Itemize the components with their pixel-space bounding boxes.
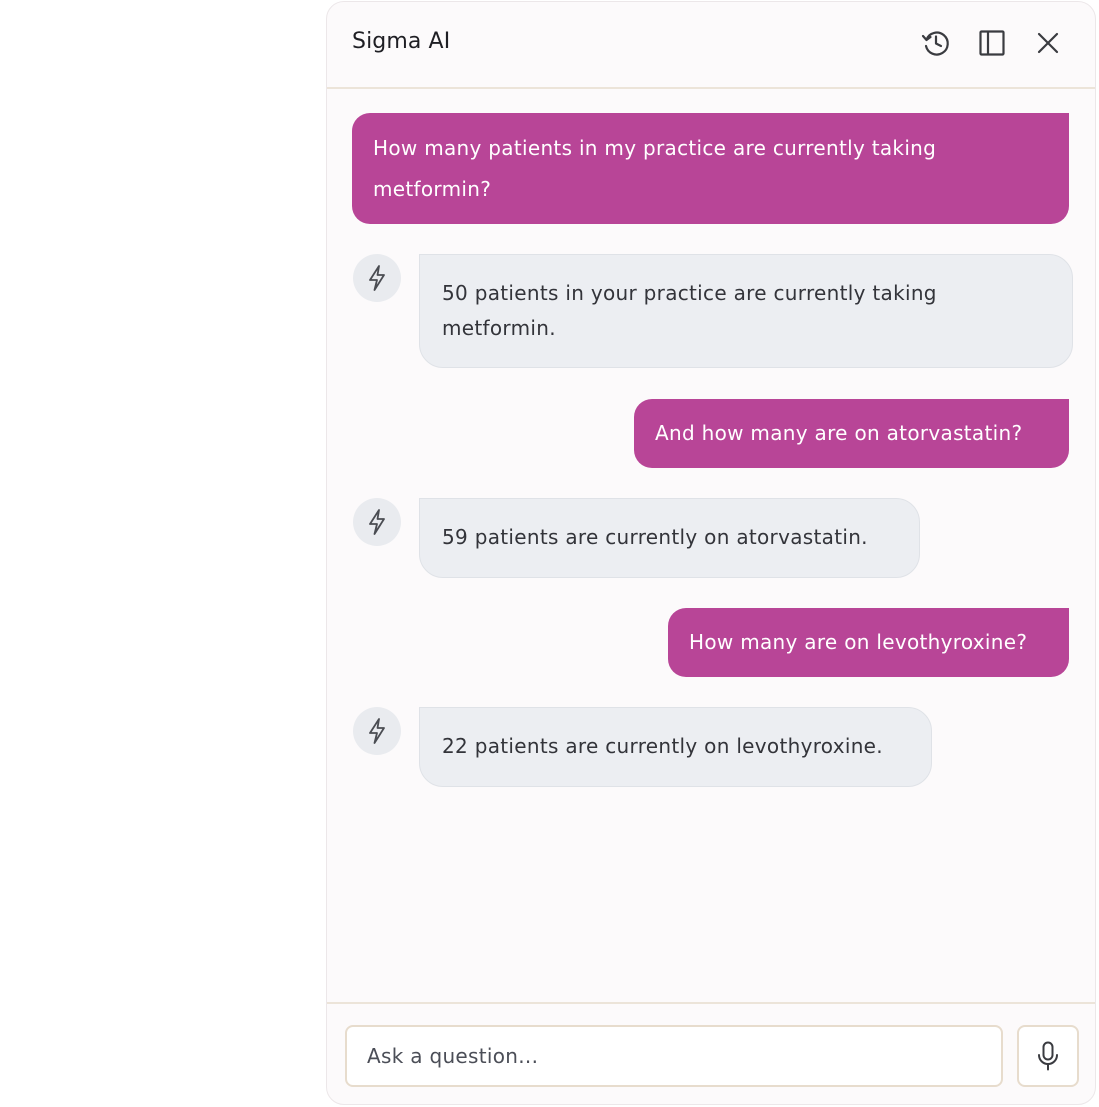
chat-footer	[327, 1002, 1095, 1104]
chat-title: Sigma AI	[352, 29, 451, 54]
user-message-text: And how many are on atorvastatin?	[655, 421, 1023, 445]
history-icon	[921, 31, 949, 56]
toggle-sidebar-button[interactable]	[973, 24, 1011, 62]
question-input[interactable]	[345, 1025, 1003, 1087]
close-button[interactable]	[1029, 24, 1067, 62]
history-button[interactable]	[917, 24, 955, 62]
microphone-icon	[1038, 1041, 1058, 1071]
lightning-icon	[369, 509, 385, 535]
assistant-avatar	[353, 498, 401, 546]
assistant-message: 22 patients are currently on levothyroxi…	[419, 707, 932, 787]
user-message-text: How many patients in my practice are cur…	[373, 136, 937, 201]
user-message-text: How many are on levothyroxine?	[689, 630, 1028, 654]
close-icon	[1037, 32, 1059, 54]
assistant-message: 59 patients are currently on atorvastati…	[419, 498, 920, 578]
message-list[interactable]: How many patients in my practice are cur…	[327, 90, 1095, 1002]
assistant-avatar	[353, 254, 401, 302]
chat-header: Sigma AI	[327, 2, 1095, 89]
assistant-avatar	[353, 707, 401, 755]
sidebar-panel-icon	[979, 30, 1005, 56]
lightning-icon	[369, 718, 385, 744]
user-message: How many patients in my practice are cur…	[352, 113, 1069, 224]
assistant-message: 50 patients in your practice are current…	[419, 254, 1073, 368]
microphone-button[interactable]	[1017, 1025, 1079, 1087]
user-message: How many are on levothyroxine?	[668, 608, 1069, 677]
lightning-icon	[369, 265, 385, 291]
user-message: And how many are on atorvastatin?	[634, 399, 1069, 468]
assistant-message-text: 50 patients in your practice are current…	[442, 281, 937, 340]
chat-panel: Sigma AI How many patients in my practic…	[326, 1, 1096, 1105]
assistant-message-text: 22 patients are currently on levothyroxi…	[442, 734, 883, 758]
assistant-message-text: 59 patients are currently on atorvastati…	[442, 525, 868, 549]
